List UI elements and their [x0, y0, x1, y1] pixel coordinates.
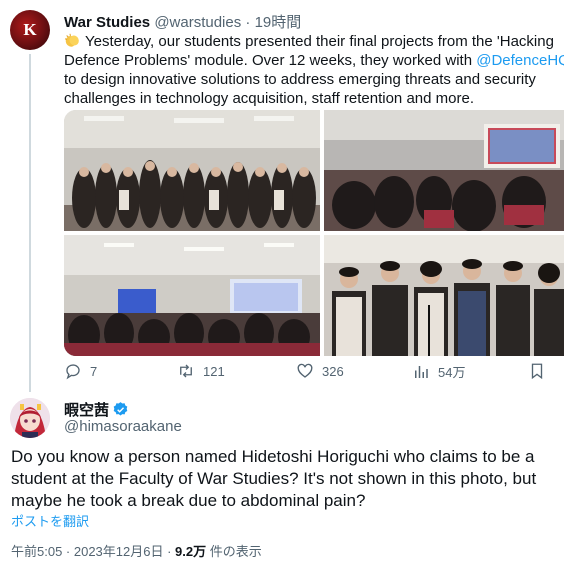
reply-text-line: Do you know a person named Hidetoshi Hor… — [11, 447, 535, 466]
photo-presenters[interactable] — [324, 235, 564, 356]
retweet-action[interactable]: 121 — [177, 362, 225, 380]
bookmark-action[interactable] — [528, 362, 546, 380]
photo-grid — [64, 110, 564, 356]
tweet-text-line: Defence Problems' module. Over 12 weeks,… — [64, 51, 564, 70]
thread-connector-line — [29, 54, 31, 392]
separator-dot: · — [245, 14, 251, 31]
reply-author-name[interactable]: 暇空茜 — [64, 399, 109, 420]
like-count: 326 — [322, 363, 344, 379]
heart-icon — [297, 363, 313, 378]
translate-post-link[interactable]: ポストを翻訳 — [11, 511, 89, 530]
tweet-text: Yesterday, our students presented their … — [64, 32, 564, 108]
post-timestamp[interactable]: 午前5:05 · 2023年12月6日 · — [11, 544, 175, 559]
views-count: 54万 — [438, 365, 466, 380]
tweet-text-line: challenges in technology acquisition, st… — [64, 89, 564, 108]
photo-group-students[interactable] — [64, 110, 320, 231]
author-handle[interactable]: @warstudies — [154, 14, 241, 31]
tweet-action-bar: 7 121 326 54万 — [64, 362, 554, 382]
like-action[interactable]: 326 — [296, 362, 344, 380]
tweet-time[interactable]: 19時間 — [255, 14, 302, 31]
retweet-count: 121 — [203, 363, 225, 379]
tweet-text-line-1: Yesterday, our students presented their … — [85, 33, 554, 50]
reply-icon — [66, 364, 80, 380]
tweet-text-line-4: challenges in technology acquisition, st… — [64, 90, 474, 107]
photo-audience-screen[interactable] — [324, 110, 564, 231]
reply-author-avatar[interactable] — [10, 398, 50, 438]
tweet-text-line-2: Defence Problems' module. Over 12 weeks,… — [64, 52, 477, 69]
reply-author-line: 暇空茜 — [64, 399, 129, 420]
avatar-logo-letter: K — [23, 20, 37, 39]
author-avatar[interactable]: K — [10, 10, 50, 50]
verified-badge-icon — [113, 402, 128, 416]
author-name[interactable]: War Studies — [64, 14, 150, 31]
reply-text-line: maybe he took a break due to abdominal p… — [11, 491, 366, 510]
reply-action[interactable]: 7 — [64, 362, 97, 380]
post-views-label: 件の表示 — [206, 544, 262, 559]
views-chart-icon — [415, 365, 428, 378]
retweet-icon — [180, 364, 192, 378]
reply-author-handle[interactable]: @himasoraakane — [64, 418, 182, 435]
mention-link[interactable]: @DefenceHQ — [476, 52, 564, 69]
tweet-text-line: to design innovative solutions to addres… — [64, 70, 564, 89]
post-metadata: 午前5:05 · 2023年12月6日 · 9.2万 件の表示 — [11, 541, 262, 560]
photo-lecture-room[interactable] — [64, 235, 320, 356]
views-action[interactable]: 54万 — [412, 362, 465, 381]
tweet-text-line: Yesterday, our students presented their … — [64, 32, 564, 51]
tweet-author-line: War Studies @warstudies · 19時間 — [64, 11, 301, 32]
reply-text: Do you know a person named Hidetoshi Hor… — [11, 446, 564, 512]
clapping-hands-icon — [64, 33, 79, 47]
tweet-text-line-3: to design innovative solutions to addres… — [64, 71, 536, 88]
reply-count: 7 — [90, 363, 98, 379]
reply-text-line: student at the Faculty of War Studies? I… — [11, 469, 537, 488]
bookmark-icon — [531, 363, 543, 380]
post-views-count: 9.2万 — [175, 544, 207, 559]
